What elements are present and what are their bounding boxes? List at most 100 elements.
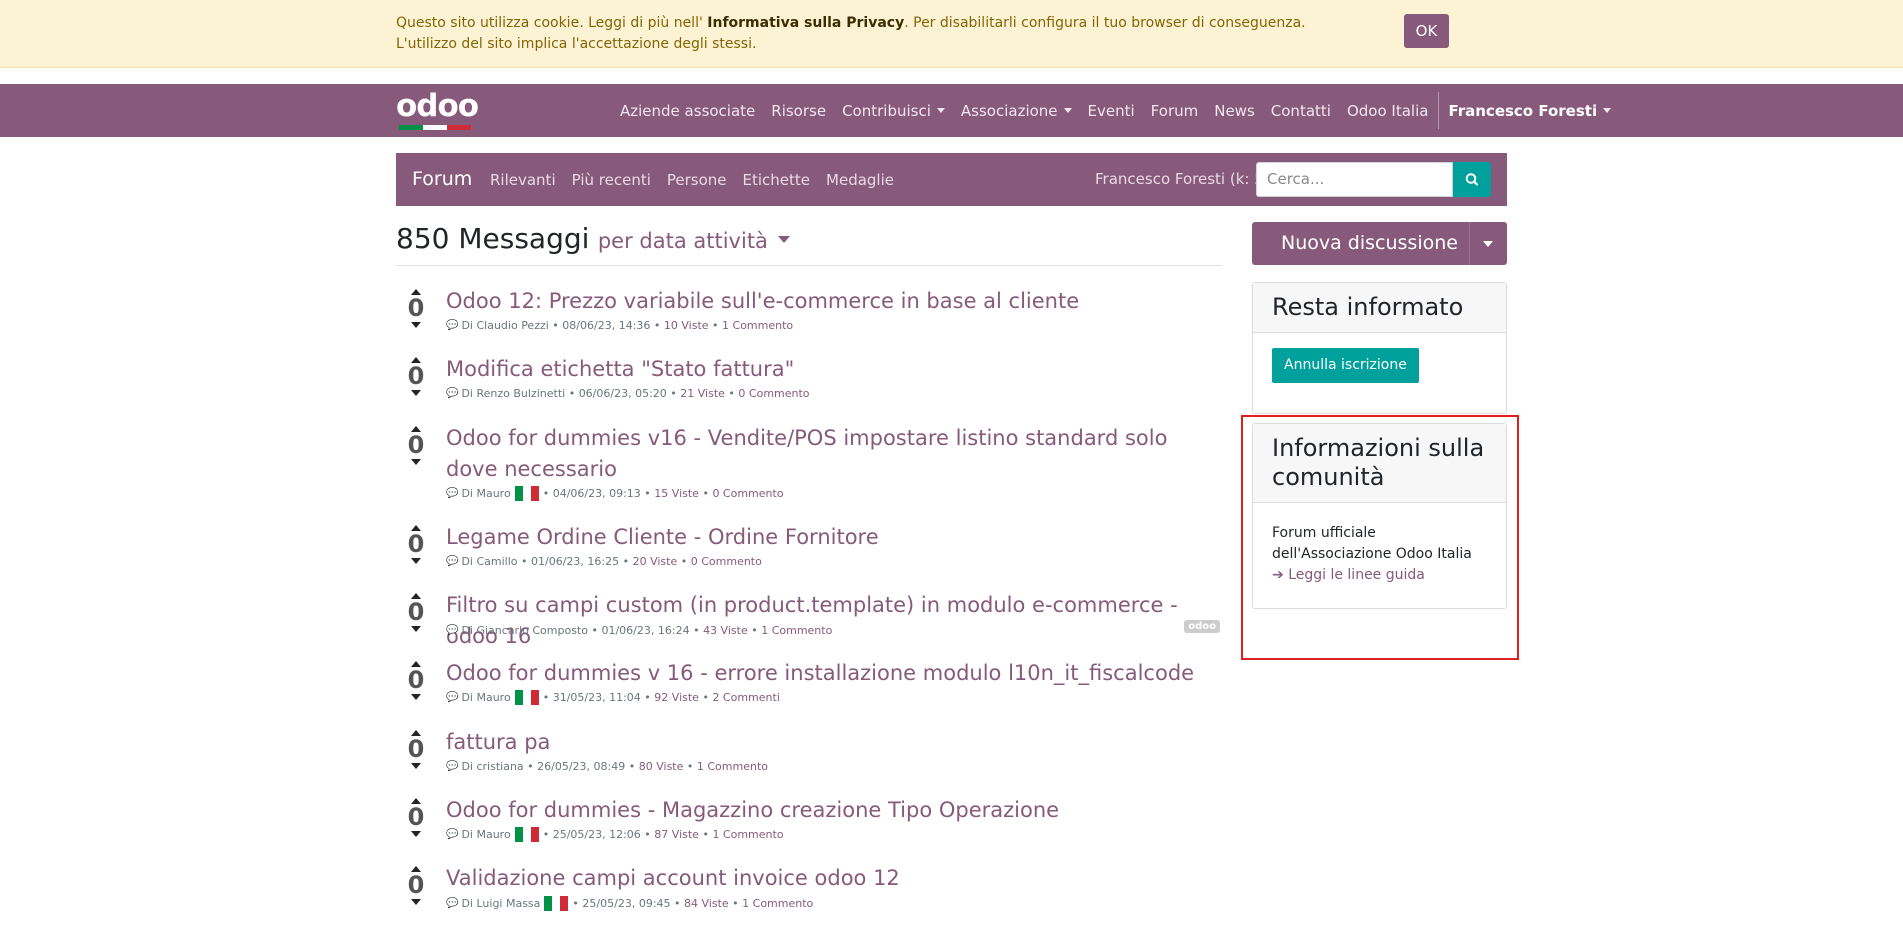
vote-down-icon[interactable] [411,626,421,632]
post-author[interactable]: Di Luigi Massa [461,897,540,910]
new-discussion-label: Nuova discussione [1281,232,1458,254]
post-meta: 💬 Di Camillo • 01/06/23, 16:25 • 20 Vist… [446,555,762,568]
italy-flag-icon [514,690,539,705]
comments-link[interactable]: 1 Commento [712,828,783,841]
comments-link[interactable]: 0 Commento [691,555,762,568]
comments-icon: 💬 [446,625,459,636]
comments-link[interactable]: 0 Commento [738,387,809,400]
vote-count: 0 [407,598,425,626]
nav-item-contatti[interactable]: Contatti [1263,102,1339,120]
nav-item-eventi[interactable]: Eventi [1080,102,1143,120]
privacy-link[interactable]: Informativa sulla Privacy [707,15,904,31]
forum-link-rilevanti[interactable]: Rilevanti [482,171,564,189]
forum-link-piu-recenti[interactable]: Più recenti [564,171,659,189]
nav-item-risorse[interactable]: Risorse [763,102,834,120]
vote-down-icon[interactable] [411,322,421,328]
post-title[interactable]: Odoo for dummies - Magazzino creazione T… [446,795,1222,826]
vote-widget: 0 [406,658,426,700]
post-author[interactable]: Di Renzo Bulzinetti [461,387,565,400]
messages-heading: 850 Messaggi per data attività [396,222,1222,266]
vote-count: 0 [407,530,425,558]
comments-icon: 💬 [446,898,459,909]
forum-navbar: Forum Rilevanti Più recenti Persone Etic… [396,153,1507,206]
vote-count: 0 [407,294,425,322]
post-author[interactable]: Di Camillo [461,555,517,568]
post-author[interactable]: Di Claudio Pezzi [461,319,548,332]
nav-divider [1438,92,1440,129]
post-title[interactable]: Filtro su campi custom (in product.templ… [446,590,1222,652]
forum-link-persone[interactable]: Persone [659,171,735,189]
comments-link[interactable]: 1 Commento [722,319,793,332]
post-title[interactable]: Legame Ordine Cliente - Ordine Fornitore [446,522,1222,553]
nav-menu: Aziende associate Risorse Contribuisci A… [612,84,1619,137]
vote-down-icon[interactable] [411,831,421,837]
post-author[interactable]: Di Mauro [461,487,510,500]
stay-informed-title: Resta informato [1253,283,1506,333]
vote-widget: 0 [406,863,426,905]
nav-item-odoo-italia[interactable]: Odoo Italia [1339,102,1436,120]
forum-link-medaglie[interactable]: Medaglie [818,171,902,189]
comments-link[interactable]: 2 Commenti [712,691,779,704]
button-divider [1469,222,1470,265]
user-menu[interactable]: Francesco Foresti [1440,102,1619,120]
logo-flag-icon [399,125,471,130]
vote-count: 0 [407,803,425,831]
comments-link[interactable]: 1 Commento [761,624,832,637]
comments-link[interactable]: 1 Commento [697,760,768,773]
odoo-logo[interactable]: odoo [396,88,479,130]
vote-down-icon[interactable] [411,899,421,905]
post-title[interactable]: Odoo 12: Prezzo variabile sull'e-commerc… [446,286,1222,317]
post-title[interactable]: Odoo for dummies v 16 - errore installaz… [446,658,1222,689]
comments-icon: 💬 [446,320,459,331]
search-input[interactable]: Cerca... [1256,162,1453,197]
search-button[interactable] [1453,162,1491,197]
post-title[interactable]: Validazione campi account invoice odoo 1… [446,863,1222,894]
stay-informed-card: Resta informato Annulla iscrizione [1252,282,1507,414]
nav-item-aziende[interactable]: Aziende associate [612,102,763,120]
cookie-ok-button[interactable]: OK [1404,14,1449,48]
vote-widget: 0 [406,522,426,564]
highlight-box [1241,415,1519,660]
forum-link-etichette[interactable]: Etichette [735,171,819,189]
vote-widget: 0 [406,795,426,837]
post-title[interactable]: Odoo for dummies v16 - Vendite/POS impos… [446,423,1222,485]
nav-item-news[interactable]: News [1206,102,1263,120]
vote-count: 0 [407,666,425,694]
post-title[interactable]: fattura pa [446,727,1222,758]
chevron-down-icon [936,108,945,113]
sort-dropdown[interactable]: per data attività [598,229,790,253]
vote-count: 0 [407,362,425,390]
post-meta: 💬 Di Renzo Bulzinetti • 06/06/23, 05:20 … [446,387,810,400]
logo-text: odoo [396,88,479,124]
post-meta: 💬 Di Mauro • 25/05/23, 12:06 • 87 Viste … [446,827,784,842]
unsubscribe-button[interactable]: Annulla iscrizione [1272,348,1419,383]
vote-down-icon[interactable] [411,694,421,700]
vote-widget: 0 [406,286,426,328]
tag-badge[interactable]: odoo [1184,620,1220,633]
post-author[interactable]: Di Mauro [461,691,510,704]
comments-link[interactable]: 0 Commento [712,487,783,500]
main-navbar: odoo Aziende associate Risorse Contribui… [0,84,1903,137]
nav-item-contribuisci[interactable]: Contribuisci [834,102,953,120]
post-author[interactable]: Di cristiana [461,760,523,773]
chevron-down-icon[interactable] [1483,241,1493,247]
nav-item-forum[interactable]: Forum [1143,102,1207,120]
chevron-down-icon [1063,108,1072,113]
forum-brand[interactable]: Forum [412,153,472,206]
comments-icon: 💬 [446,761,459,772]
vote-down-icon[interactable] [411,390,421,396]
post-meta: 💬 Di Mauro • 31/05/23, 11:04 • 92 Viste … [446,690,780,705]
vote-down-icon[interactable] [411,459,421,465]
vote-down-icon[interactable] [411,558,421,564]
comments-link[interactable]: 1 Commento [742,897,813,910]
post-author[interactable]: Di Giancarlo Composto [461,624,588,637]
new-discussion-button[interactable]: Nuova discussione [1252,222,1507,265]
cookie-bar: Questo sito utilizza cookie. Leggi di pi… [0,0,1903,68]
search-icon [1465,173,1479,186]
post-title[interactable]: Modifica etichetta "Stato fattura" [446,354,1222,385]
post-author[interactable]: Di Mauro [461,828,510,841]
forum-user-karma[interactable]: Francesco Foresti (k: 5) [1095,153,1270,206]
nav-item-associazione[interactable]: Associazione [953,102,1080,120]
vote-down-icon[interactable] [411,763,421,769]
comments-icon: 💬 [446,829,459,840]
